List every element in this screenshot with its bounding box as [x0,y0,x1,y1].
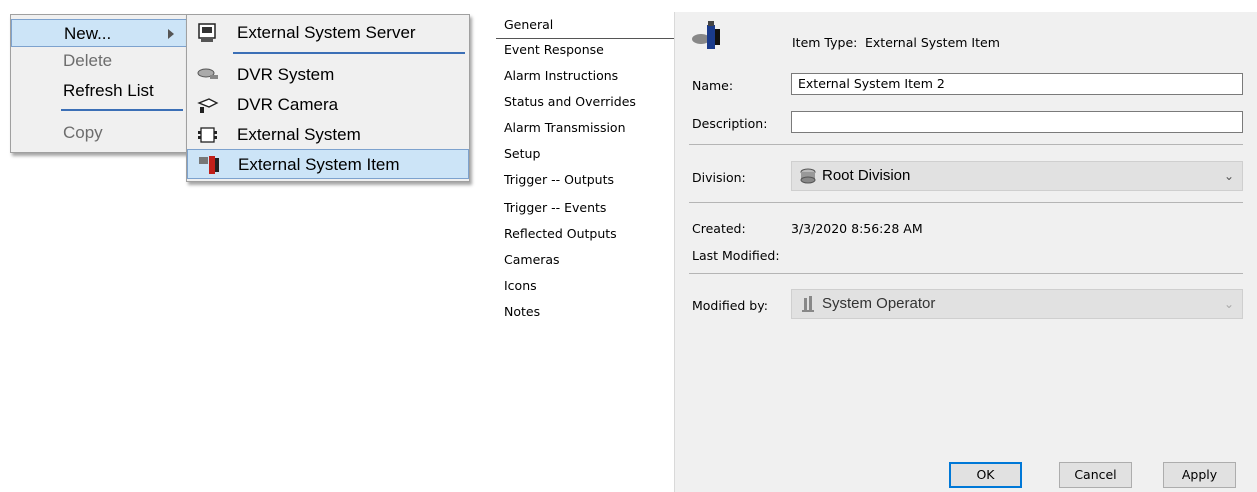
divider [689,273,1243,274]
nav-item-trigger-events[interactable]: Trigger -- Events [504,200,606,216]
nav-item-status-and-overrides[interactable]: Status and Overrides [504,94,636,110]
created-label: Created: [692,221,746,236]
menu-item-copy-label: Copy [63,123,103,142]
description-label: Description: [692,116,768,131]
nav-item-icons[interactable]: Icons [504,278,537,294]
menu-item-new-label: New... [64,24,112,43]
dvr-system-icon [197,68,218,79]
nav-item-alarm-transmission[interactable]: Alarm Transmission [504,120,626,136]
menu-item-copy[interactable]: Copy [11,119,187,147]
menu-item-new[interactable]: New... [11,19,187,47]
menu-separator [61,109,183,111]
submenu-item-dvr-system[interactable]: DVR System [187,60,469,90]
context-menu: New... Delete Refresh List Copy [10,14,188,153]
created-value: 3/3/2020 8:56:28 AM [791,221,923,236]
nav-item-notes[interactable]: Notes [504,304,540,320]
general-form: Item Type: External System Item Name: Ex… [674,12,1257,492]
submenu-item-label: External System [237,125,361,144]
submenu-item-label: External System Server [237,23,416,42]
menu-item-delete[interactable]: Delete [11,47,187,75]
server-icon [198,23,216,42]
menu-item-delete-label: Delete [63,51,113,70]
apply-button[interactable]: Apply [1163,462,1236,488]
external-system-item-icon [199,156,219,174]
division-label: Division: [692,170,746,185]
submenu-item-external-system[interactable]: External System [187,120,469,150]
nav-item-trigger-outputs[interactable]: Trigger -- Outputs [504,172,614,188]
chevron-down-icon: ⌄ [1223,169,1234,183]
submenu-item-label: DVR System [237,65,335,84]
menu-item-refresh-list-label: Refresh List [63,81,154,100]
modified-by-label: Modified by: [692,298,768,313]
divider [689,144,1243,145]
nav-item-cameras[interactable]: Cameras [504,252,560,268]
last-modified-label: Last Modified: [692,248,780,263]
external-system-icon [198,127,217,143]
new-submenu: External System Server DVR System DVR Ca… [186,14,470,182]
item-type-value: External System Item [865,35,1000,50]
operator-icon [802,296,814,312]
menu-item-refresh-list[interactable]: Refresh List [11,77,187,105]
name-field[interactable]: External System Item 2 [791,73,1243,95]
properties-dialog: General Event Response Alarm Instruction… [496,12,1257,492]
nav-selection-underline [496,38,674,39]
modified-by-value: System Operator [822,295,936,312]
nav-item-reflected-outputs[interactable]: Reflected Outputs [504,226,617,242]
submenu-arrow-icon [168,29,174,39]
division-icon [800,168,816,184]
properties-nav: General Event Response Alarm Instruction… [496,12,675,492]
nav-item-alarm-instructions[interactable]: Alarm Instructions [504,68,618,84]
dvr-camera-icon [197,98,219,113]
submenu-item-dvr-camera[interactable]: DVR Camera [187,90,469,120]
nav-item-general[interactable]: General [504,17,553,33]
ok-button[interactable]: OK [949,462,1022,488]
nav-item-event-response[interactable]: Event Response [504,42,604,58]
submenu-item-label: External System Item [238,155,400,174]
name-label: Name: [692,78,734,93]
submenu-item-external-system-item[interactable]: External System Item [187,149,469,179]
description-field[interactable] [791,111,1243,133]
modified-by-dropdown[interactable]: System Operator ⌄ [791,289,1243,319]
division-dropdown[interactable]: Root Division ⌄ [791,161,1243,191]
submenu-item-label: DVR Camera [237,95,339,114]
submenu-item-external-system-server[interactable]: External System Server [187,18,469,48]
external-system-item-icon [692,21,720,49]
submenu-separator [233,52,465,54]
cancel-button[interactable]: Cancel [1059,462,1132,488]
chevron-down-icon: ⌄ [1223,297,1234,311]
nav-item-setup[interactable]: Setup [504,146,540,162]
item-type-label: Item Type: [792,35,858,50]
division-value: Root Division [822,167,911,184]
divider [689,202,1243,203]
